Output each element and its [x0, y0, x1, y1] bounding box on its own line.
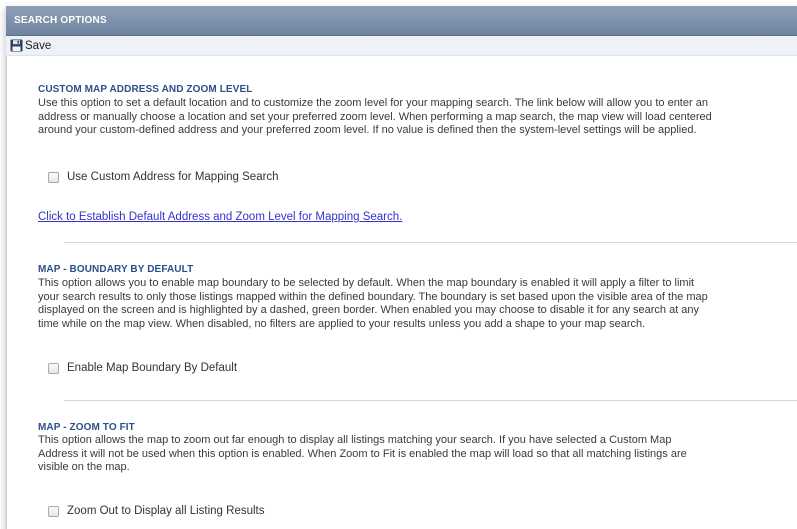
- section-divider: [64, 400, 797, 401]
- header-bar: SEARCH OPTIONS: [6, 6, 797, 36]
- section-description-map-boundary: This option allows you to enable map bou…: [38, 277, 708, 331]
- section-description-custom-map-address: Use this option to set a default locatio…: [38, 97, 712, 138]
- description-line: This option allows you to enable map bou…: [38, 277, 695, 289]
- floppy-disk-icon: [10, 39, 23, 52]
- description-line: around your custom-defined address and y…: [38, 124, 697, 136]
- section-divider: [64, 242, 797, 243]
- save-button[interactable]: Save: [10, 39, 51, 52]
- toolbar: Save: [6, 36, 797, 56]
- section-description-zoom-to-fit: This option allows the map to zoom out f…: [38, 434, 687, 475]
- description-line: visible on the map.: [38, 461, 130, 473]
- description-line: Address it will not be used when this op…: [38, 447, 687, 460]
- map-boundary-checkbox-label[interactable]: Enable Map Boundary By Default: [67, 362, 237, 374]
- description-line: time while on the map view. When disable…: [38, 317, 646, 330]
- section-title-map-boundary: MAP - BOUNDARY BY DEFAULT: [38, 264, 194, 275]
- zoom-to-fit-option[interactable]: Zoom Out to Display all Listing Results: [48, 505, 265, 517]
- zoom-to-fit-checkbox[interactable]: [48, 505, 59, 517]
- custom-address-checkbox[interactable]: [48, 171, 59, 183]
- panel-title: SEARCH OPTIONS: [14, 15, 107, 26]
- save-label: Save: [25, 39, 52, 52]
- establish-default-address-link[interactable]: Click to Establish Default Address and Z…: [38, 211, 402, 223]
- custom-address-checkbox-label[interactable]: Use Custom Address for Mapping Search: [67, 171, 279, 183]
- custom-address-option[interactable]: Use Custom Address for Mapping Search: [48, 171, 279, 183]
- description-line: displayed on the screen and is highlight…: [38, 304, 700, 316]
- section-title-custom-map-address: CUSTOM MAP ADDRESS AND ZOOM LEVEL: [38, 84, 253, 95]
- description-line: This option allows the map to zoom out f…: [38, 434, 672, 446]
- map-boundary-option[interactable]: Enable Map Boundary By Default: [48, 362, 237, 374]
- description-line: Use this option to set a default locatio…: [38, 97, 708, 109]
- panel-header: SEARCH OPTIONS Save: [6, 6, 797, 56]
- description-line: address or manually choose a location an…: [38, 110, 712, 123]
- section-title-zoom-to-fit: MAP - ZOOM TO FIT: [38, 422, 135, 433]
- description-line: your search results to only those listin…: [38, 290, 708, 303]
- map-boundary-checkbox[interactable]: [48, 362, 59, 374]
- zoom-to-fit-checkbox-label[interactable]: Zoom Out to Display all Listing Results: [67, 505, 265, 517]
